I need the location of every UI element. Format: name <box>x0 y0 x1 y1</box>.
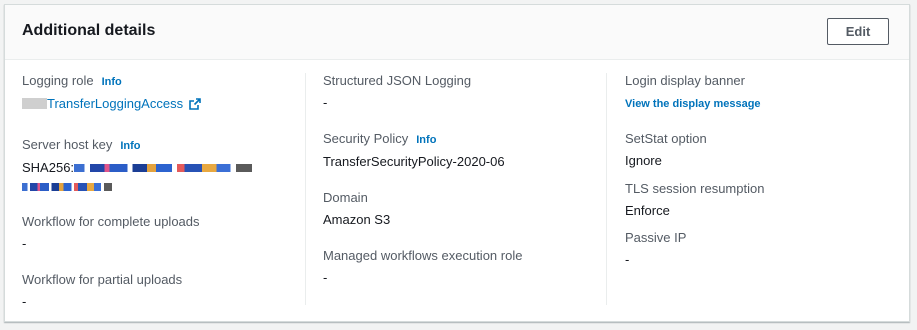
additional-details-panel: Additional details Edit Logging role Info… <box>4 4 910 322</box>
workflow-complete-field: Workflow for complete uploads - <box>22 214 200 252</box>
server-host-key-value: SHA256: <box>22 160 253 176</box>
external-link-icon[interactable] <box>189 98 201 114</box>
logging-role-link[interactable]: TransferLoggingAccess <box>47 96 183 111</box>
panel-title: Additional details <box>22 22 156 39</box>
workflow-partial-label: Workflow for partial uploads <box>22 272 183 287</box>
security-policy-field: Security Policy Info TransferSecurityPoli… <box>323 131 505 170</box>
login-banner-field: Login display banner View the display me… <box>625 73 761 112</box>
login-banner-label: Login display banner <box>625 73 745 88</box>
domain-value: Amazon S3 <box>323 212 391 227</box>
redacted-key <box>22 183 112 191</box>
passive-ip-label: Passive IP <box>625 230 687 245</box>
column-divider <box>305 73 306 305</box>
setstat-label: SetStat option <box>625 131 707 146</box>
workflow-complete-value: - <box>22 236 27 251</box>
structured-logging-label: Structured JSON Logging <box>323 73 472 88</box>
passive-ip-field: Passive IP - <box>625 230 686 268</box>
info-link[interactable]: Info <box>416 134 436 146</box>
server-host-key-field: Server host key Info SHA256: <box>22 137 253 196</box>
domain-field: Domain Amazon S3 <box>323 190 390 228</box>
tls-resumption-value: Enforce <box>625 203 670 218</box>
info-link[interactable]: Info <box>102 76 122 88</box>
tls-resumption-field: TLS session resumption Enforce <box>625 181 764 219</box>
panel-header: Additional details Edit <box>5 5 909 60</box>
workflow-complete-label: Workflow for complete uploads <box>22 214 200 229</box>
setstat-field: SetStat option Ignore <box>625 131 707 169</box>
structured-logging-field: Structured JSON Logging - <box>323 73 471 111</box>
structured-logging-value: - <box>323 95 328 110</box>
managed-workflows-role-label: Managed workflows execution role <box>323 248 523 263</box>
managed-workflows-role-field: Managed workflows execution role - <box>323 248 522 286</box>
redacted-key <box>74 164 253 172</box>
passive-ip-value: - <box>625 252 630 267</box>
logging-role-value: TransferLoggingAccess <box>22 96 201 114</box>
domain-label: Domain <box>323 190 368 205</box>
column-divider <box>606 73 607 305</box>
workflow-partial-value: - <box>22 294 27 309</box>
security-policy-label: Security Policy Info <box>323 131 437 146</box>
edit-button[interactable]: Edit <box>827 18 889 45</box>
security-policy-value: TransferSecurityPolicy-2020-06 <box>323 154 505 169</box>
logging-role-label: Logging role Info <box>22 73 122 88</box>
setstat-value: Ignore <box>625 153 662 168</box>
workflow-partial-field: Workflow for partial uploads - <box>22 272 182 310</box>
view-display-message-link[interactable]: View the display message <box>625 98 761 110</box>
server-host-key-label: Server host key Info <box>22 137 141 152</box>
redacted-text <box>22 98 47 109</box>
managed-workflows-role-value: - <box>323 270 328 285</box>
info-link[interactable]: Info <box>120 140 140 152</box>
logging-role-field: Logging role Info TransferLoggingAccess <box>22 73 201 114</box>
tls-resumption-label: TLS session resumption <box>625 181 765 196</box>
